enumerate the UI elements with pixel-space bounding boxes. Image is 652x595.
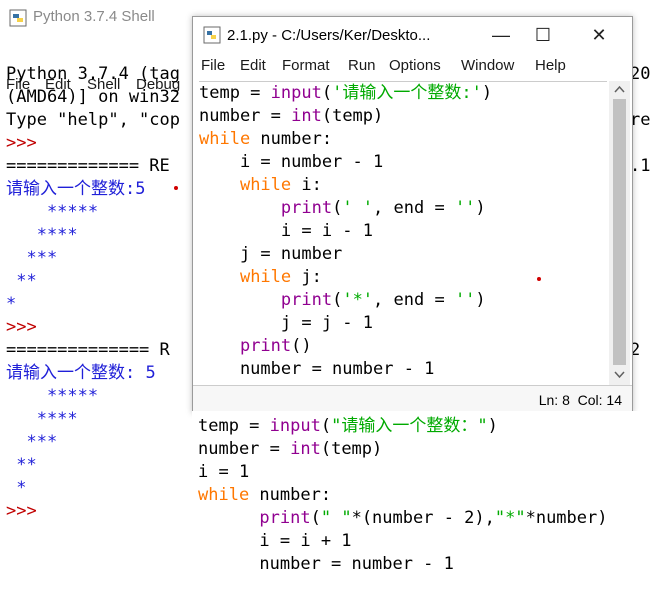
code-line: j = j - 1 bbox=[199, 313, 373, 333]
shell-line-fragment bbox=[630, 293, 652, 316]
shell-line: * bbox=[6, 478, 27, 498]
python-idle-icon bbox=[9, 9, 27, 27]
code-line: number = number - 1 bbox=[198, 554, 454, 574]
shell-line: *** bbox=[6, 432, 58, 452]
code-line: number = number - 1 bbox=[199, 359, 435, 379]
shell-line-fragment bbox=[630, 201, 652, 224]
code-panel: temp = input("请输入一个整数：") number = int(tem… bbox=[192, 411, 652, 595]
code-line: while i: bbox=[239, 175, 322, 195]
minimize-button[interactable]: — bbox=[481, 21, 521, 49]
code-line: i = i - 1 bbox=[199, 221, 373, 241]
editor-menu-format[interactable]: Format bbox=[282, 57, 330, 74]
shell-line: ** bbox=[6, 271, 37, 291]
scroll-down-icon[interactable] bbox=[614, 371, 625, 379]
editor-menu-options[interactable]: Options bbox=[389, 57, 441, 74]
maximize-button[interactable]: ☐ bbox=[523, 21, 563, 49]
code-line: print() bbox=[239, 336, 312, 356]
cursor-dot bbox=[174, 186, 178, 190]
code-line: i = i + 1 bbox=[198, 531, 352, 551]
shell-line: ============= RE bbox=[6, 156, 170, 176]
code-line: temp = input("请输入一个整数：") bbox=[198, 416, 498, 436]
code-line: number = int(temp) bbox=[198, 439, 383, 459]
code-line: print(" "*(number - 2),"*"*number) bbox=[259, 508, 608, 528]
shell-line-fragment bbox=[630, 132, 652, 155]
shell-line-fragment bbox=[630, 316, 652, 339]
shell-output[interactable]: Python 3.7.4 (tag (AMD64)] on win32 Type "… bbox=[6, 63, 196, 523]
shell-line: >>> bbox=[6, 501, 37, 521]
shell-line: 请输入一个整数:5 bbox=[6, 179, 146, 199]
editor-menu-run[interactable]: Run bbox=[348, 57, 376, 74]
shell-line: >>> bbox=[6, 317, 37, 337]
shell-window-title: Python 3.7.4 Shell bbox=[33, 8, 155, 25]
shell-line: ** bbox=[6, 455, 37, 475]
code-line: while number: bbox=[198, 485, 332, 505]
editor-menu-edit[interactable]: Edit bbox=[240, 57, 266, 74]
shell-line-fragment bbox=[630, 270, 652, 293]
shell-line: >>> bbox=[6, 133, 37, 153]
code-line: print('*', end = '') bbox=[280, 290, 486, 310]
code-line: i = number - 1 bbox=[199, 152, 384, 172]
editor-menu-window[interactable]: Window bbox=[461, 57, 514, 74]
code-line: i = 1 bbox=[198, 462, 250, 482]
code-editor[interactable]: temp = input('请输入一个整数:') number = int(tem… bbox=[199, 81, 607, 382]
shell-line-fragment bbox=[630, 224, 652, 247]
cursor-position: Ln: 8 Col: 14 bbox=[538, 392, 622, 408]
code-line: print(' ', end = '') bbox=[280, 198, 486, 218]
shell-line: ***** bbox=[6, 202, 99, 222]
shell-line: Python 3.7.4 (tag bbox=[6, 64, 180, 84]
shell-line: **** bbox=[6, 225, 78, 245]
status-bar: Ln: 8 Col: 14 bbox=[193, 385, 632, 413]
editor-menubar: File Edit Format Run Options Window Help bbox=[193, 55, 632, 79]
shell-line: * bbox=[6, 294, 17, 314]
shell-line-fragment: 2 bbox=[630, 340, 641, 360]
code-line: while number: bbox=[199, 129, 333, 149]
shell-output-right-edge: 20 re .1 2 bbox=[630, 63, 652, 362]
editor-window: 2.1.py - C:/Users/Ker/Deskto... — ☐ ✕ Fi… bbox=[192, 16, 633, 413]
close-button[interactable]: ✕ bbox=[579, 21, 619, 49]
code-snippet[interactable]: temp = input("请输入一个整数：") number = int(tem… bbox=[198, 415, 607, 576]
editor-window-title: 2.1.py - C:/Users/Ker/Deskto... bbox=[227, 27, 431, 44]
editor-menu-help[interactable]: Help bbox=[535, 57, 566, 74]
shell-line-fragment bbox=[630, 178, 652, 201]
shell-line-fragment: 20 bbox=[630, 64, 651, 84]
vertical-scrollbar[interactable] bbox=[609, 81, 630, 385]
shell-line: Type "help", "cop bbox=[6, 110, 180, 130]
shell-line: *** bbox=[6, 248, 58, 268]
shell-line: **** bbox=[6, 409, 78, 429]
shell-line: ***** bbox=[6, 386, 99, 406]
python-file-icon bbox=[203, 26, 221, 44]
shell-line-fragment: re bbox=[630, 110, 651, 130]
code-line: temp = input('请输入一个整数:') bbox=[199, 83, 493, 103]
shell-line-fragment bbox=[630, 86, 652, 109]
cursor-dot bbox=[537, 277, 541, 281]
shell-line-fragment bbox=[630, 247, 652, 270]
shell-line: ============== R bbox=[6, 340, 170, 360]
scroll-up-icon[interactable] bbox=[614, 85, 625, 93]
code-line: while j: bbox=[239, 267, 322, 287]
code-line: j = number bbox=[199, 244, 343, 264]
shell-line-fragment: .1 bbox=[630, 156, 651, 176]
shell-line: (AMD64)] on win32 bbox=[6, 87, 180, 107]
scrollbar-thumb[interactable] bbox=[613, 99, 626, 365]
editor-menu-file[interactable]: File bbox=[201, 57, 225, 74]
shell-line: 请输入一个整数: 5 bbox=[6, 363, 156, 383]
code-line: number = int(temp) bbox=[199, 106, 384, 126]
